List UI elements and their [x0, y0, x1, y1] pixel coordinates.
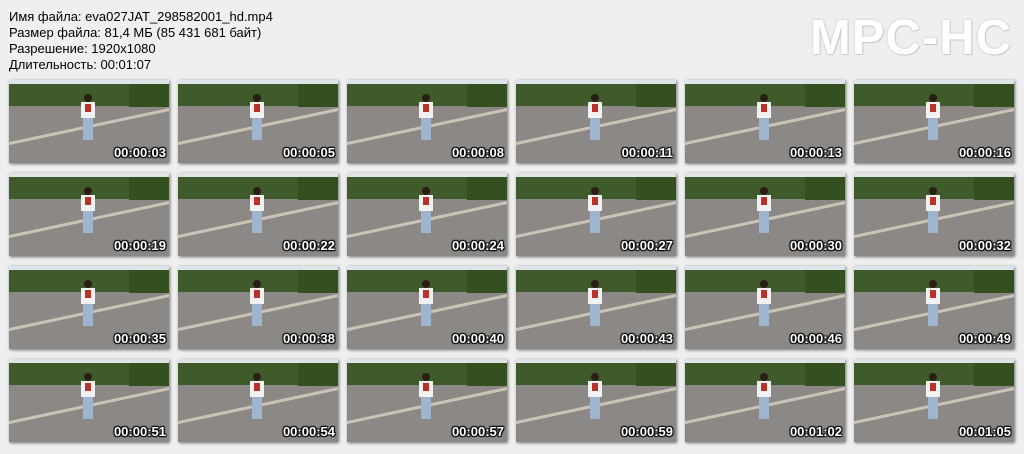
timestamp-label: 00:00:16 — [958, 145, 1011, 160]
timestamp-label: 00:00:08 — [451, 145, 504, 160]
frame-figure — [81, 187, 95, 233]
frame-figure — [757, 373, 771, 419]
video-thumbnail: 00:00:32 — [854, 173, 1014, 256]
frame-figure — [419, 187, 433, 233]
video-thumbnail: 00:00:03 — [9, 80, 169, 163]
video-thumbnail: 00:00:24 — [347, 173, 507, 256]
timestamp-label: 00:00:54 — [282, 424, 335, 439]
timestamp-label: 00:00:43 — [620, 331, 673, 346]
frame-figure — [926, 373, 940, 419]
timestamp-label: 00:00:22 — [282, 238, 335, 253]
video-thumbnail: 00:00:13 — [685, 80, 845, 163]
mpc-hc-logo: MPC-HC — [810, 11, 1012, 65]
timestamp-label: 00:00:49 — [958, 331, 1011, 346]
timestamp-label: 00:00:30 — [789, 238, 842, 253]
filename-line: Имя файла: eva027JAT_298582001_hd.mp4 — [9, 9, 273, 24]
video-thumbnail: 00:00:40 — [347, 266, 507, 349]
timestamp-label: 00:00:51 — [113, 424, 166, 439]
video-thumbnail: 00:01:05 — [854, 359, 1014, 442]
timestamp-label: 00:01:05 — [958, 424, 1011, 439]
timestamp-label: 00:00:11 — [621, 145, 673, 160]
frame-figure — [419, 280, 433, 326]
video-thumbnail: 00:00:51 — [9, 359, 169, 442]
timestamp-label: 00:00:57 — [451, 424, 504, 439]
video-thumbnail: 00:00:30 — [685, 173, 845, 256]
timestamp-label: 00:00:40 — [451, 331, 504, 346]
file-info: Имя файла: eva027JAT_298582001_hd.mp4 Ра… — [9, 9, 273, 73]
frame-figure — [926, 280, 940, 326]
timestamp-label: 00:00:24 — [451, 238, 504, 253]
frame-figure — [81, 373, 95, 419]
timestamp-label: 00:00:05 — [282, 145, 335, 160]
video-thumbnail: 00:01:02 — [685, 359, 845, 442]
timestamp-label: 00:00:35 — [113, 331, 166, 346]
frame-figure — [926, 94, 940, 140]
frame-figure — [250, 187, 264, 233]
video-thumbnail: 00:00:59 — [516, 359, 676, 442]
frame-figure — [250, 373, 264, 419]
video-thumbnail: 00:00:46 — [685, 266, 845, 349]
frame-figure — [757, 94, 771, 140]
frame-figure — [588, 187, 602, 233]
video-thumbnail: 00:00:38 — [178, 266, 338, 349]
video-thumbnail: 00:00:49 — [854, 266, 1014, 349]
video-thumbnail: 00:00:57 — [347, 359, 507, 442]
timestamp-label: 00:01:02 — [789, 424, 842, 439]
timestamp-label: 00:00:27 — [620, 238, 673, 253]
timestamp-label: 00:00:03 — [113, 145, 166, 160]
filesize-line: Размер файла: 81,4 МБ (85 431 681 байт) — [9, 25, 262, 40]
video-thumbnail: 00:00:54 — [178, 359, 338, 442]
video-thumbnail: 00:00:11 — [516, 80, 676, 163]
duration-line: Длительность: 00:01:07 — [9, 57, 152, 72]
timestamp-label: 00:00:59 — [620, 424, 673, 439]
video-thumbnail: 00:00:16 — [854, 80, 1014, 163]
frame-figure — [588, 373, 602, 419]
frame-figure — [926, 187, 940, 233]
thumbnail-grid: 00:00:03 00:00:05 00:00:08 00:00:11 00:00:13… — [9, 80, 1014, 442]
video-thumbnail: 00:00:19 — [9, 173, 169, 256]
video-thumbnail: 00:00:05 — [178, 80, 338, 163]
frame-figure — [588, 94, 602, 140]
timestamp-label: 00:00:38 — [282, 331, 335, 346]
timestamp-label: 00:00:19 — [113, 238, 166, 253]
timestamp-label: 00:00:32 — [958, 238, 1011, 253]
video-thumbnail: 00:00:35 — [9, 266, 169, 349]
timestamp-label: 00:00:13 — [789, 145, 842, 160]
video-thumbnail: 00:00:43 — [516, 266, 676, 349]
frame-figure — [250, 94, 264, 140]
frame-figure — [419, 94, 433, 140]
frame-figure — [757, 280, 771, 326]
video-thumbnail: 00:00:27 — [516, 173, 676, 256]
frame-figure — [81, 94, 95, 140]
frame-figure — [757, 187, 771, 233]
frame-figure — [588, 280, 602, 326]
frame-figure — [81, 280, 95, 326]
resolution-line: Разрешение: 1920x1080 — [9, 41, 156, 56]
timestamp-label: 00:00:46 — [789, 331, 842, 346]
video-thumbnail: 00:00:08 — [347, 80, 507, 163]
frame-figure — [250, 280, 264, 326]
video-thumbnail: 00:00:22 — [178, 173, 338, 256]
frame-figure — [419, 373, 433, 419]
